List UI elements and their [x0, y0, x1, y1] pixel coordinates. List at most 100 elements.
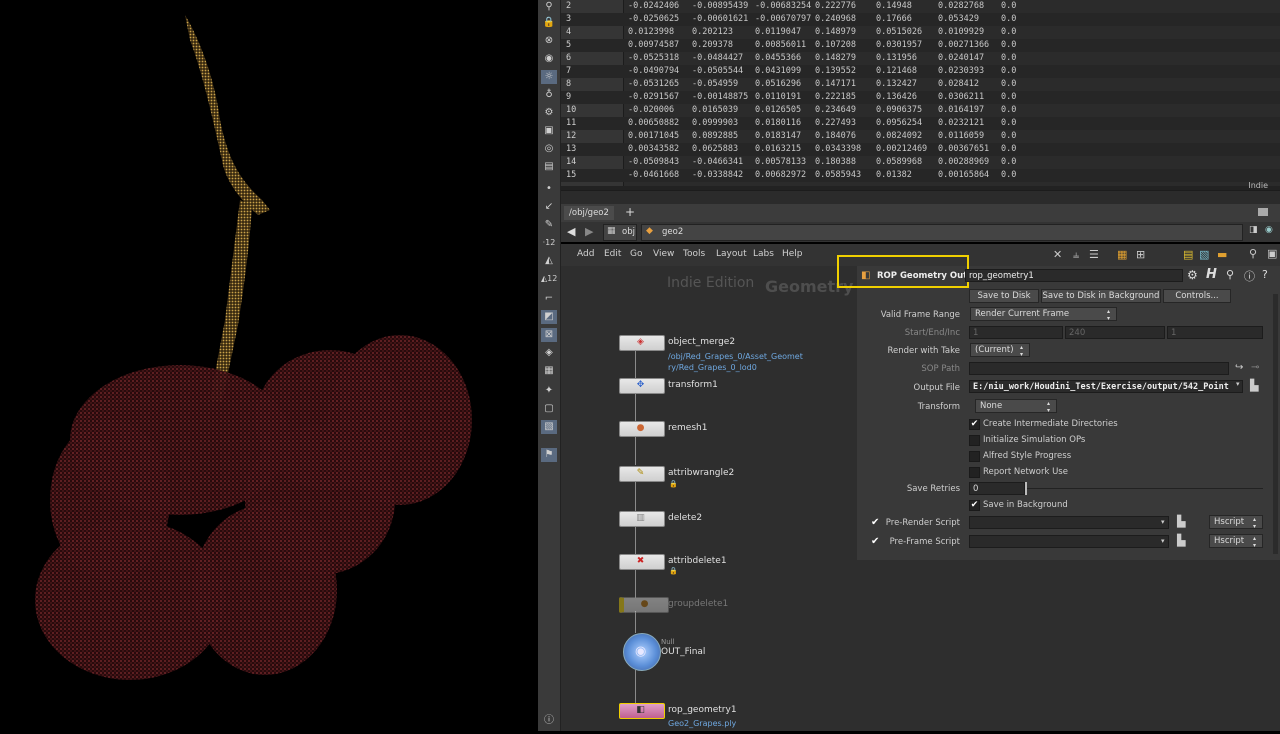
light-icon[interactable]: ☼: [541, 70, 557, 84]
display-icon[interactable]: ▤: [541, 160, 557, 174]
file-chooser-icon[interactable]: ▙: [1177, 515, 1185, 528]
prim-num-icon[interactable]: ◭12: [541, 272, 557, 286]
pen-icon[interactable]: ✎: [541, 218, 557, 232]
init-sim-ops-checkbox[interactable]: [969, 435, 980, 446]
breadcrumb-obj[interactable]: ▦ obj: [603, 224, 637, 241]
sphere-icon[interactable]: ◉: [541, 52, 557, 66]
grid-color-icon[interactable]: ▦: [1117, 248, 1127, 261]
geometry-spreadsheet[interactable]: 2 -0.0242406 -0.00895439 -0.00683254 0.22277…: [561, 0, 1280, 190]
pre-render-lang-dropdown[interactable]: Hscript: [1209, 515, 1263, 530]
network-editor[interactable]: Indie Edition Geometry: [561, 266, 857, 731]
uv-icon[interactable]: ▦: [541, 364, 557, 378]
edge-icon[interactable]: ⌐: [541, 292, 557, 306]
node-delete2[interactable]: ▥: [619, 511, 665, 527]
controls-button[interactable]: Controls...: [1163, 289, 1231, 303]
report-network-checkbox[interactable]: [969, 467, 980, 478]
spreadsheet-row[interactable]: 14 -0.0509843 -0.0466341 0.00578133 0.180388…: [561, 156, 1280, 169]
save-retries-field[interactable]: 0: [969, 482, 1025, 495]
save-in-bg-checkbox[interactable]: ✔: [969, 500, 980, 511]
save-to-disk-button[interactable]: Save to Disk: [969, 289, 1039, 303]
folder-icon[interactable]: ▬: [1217, 248, 1227, 261]
forward-arrow-icon[interactable]: ▶: [585, 225, 593, 238]
menu-tools[interactable]: Tools: [683, 249, 705, 259]
menu-help[interactable]: Help: [782, 249, 803, 259]
normal-icon[interactable]: ↙: [541, 200, 557, 214]
display-options-icon[interactable]: ▣: [1267, 247, 1277, 260]
dropdown-icon[interactable]: ▾: [1161, 518, 1165, 526]
help-h-icon[interactable]: H: [1206, 267, 1217, 282]
bg-image-icon[interactable]: ▧: [541, 420, 557, 434]
tools-icon[interactable]: ✕: [1053, 248, 1062, 261]
info-icon[interactable]: ⓘ: [1244, 268, 1255, 284]
node-out-final[interactable]: ◉: [623, 633, 661, 671]
create-dirs-checkbox[interactable]: ✔: [969, 419, 980, 430]
end-frame-field[interactable]: 240: [1065, 326, 1165, 339]
menu-go[interactable]: Go: [630, 249, 642, 259]
eye-icon[interactable]: ◎: [541, 142, 557, 156]
spreadsheet-row[interactable]: 6 -0.0525318 -0.0484427 0.0455366 0.148279 0.…: [561, 52, 1280, 65]
jump-icon[interactable]: ⊸: [1251, 362, 1259, 373]
pin-icon[interactable]: ⚑: [541, 448, 557, 462]
output-file-dropdown-icon[interactable]: ▾: [1236, 380, 1240, 388]
viewport-3d[interactable]: [0, 0, 538, 731]
spreadsheet-row[interactable]: 4 0.0123998 0.202123 0.0119047 0.148979 0.051…: [561, 26, 1280, 39]
image-icon[interactable]: ▧: [1199, 248, 1209, 261]
link-pane-icon[interactable]: ◉: [1265, 225, 1273, 235]
wire-icon[interactable]: ⊠: [541, 328, 557, 342]
menu-edit[interactable]: Edit: [604, 249, 621, 259]
pane-menu-icon[interactable]: [1258, 208, 1268, 216]
list-icon[interactable]: ☰: [1089, 248, 1099, 261]
point-icon[interactable]: •: [541, 182, 557, 196]
alfred-progress-checkbox[interactable]: [969, 451, 980, 462]
node-object-merge2[interactable]: ◈: [619, 335, 665, 351]
add-tab-button[interactable]: +: [625, 205, 635, 219]
params-scrollbar[interactable]: [1273, 294, 1278, 554]
save-retries-slider[interactable]: [1027, 488, 1263, 489]
render-with-take-dropdown[interactable]: (Current): [970, 343, 1030, 358]
pre-render-field[interactable]: [969, 516, 1169, 529]
spreadsheet-row[interactable]: 9 -0.0291567 -0.00148875 0.0110191 0.222185 0…: [561, 91, 1280, 104]
menu-layout[interactable]: Layout: [716, 249, 747, 259]
node-remesh1[interactable]: ●: [619, 421, 665, 437]
search-icon[interactable]: ⚲: [1226, 268, 1234, 281]
pin-icon[interactable]: ⫨: [1073, 248, 1079, 262]
spreadsheet-row[interactable]: 7 -0.0490794 -0.0505544 0.0431099 0.139552 0.…: [561, 65, 1280, 78]
point-num-icon[interactable]: ·12: [541, 236, 557, 250]
ghost-icon[interactable]: ⊗: [541, 34, 557, 48]
search-icon[interactable]: ⚲: [1249, 247, 1257, 260]
shade-icon[interactable]: ◩: [541, 310, 557, 324]
pre-frame-field[interactable]: [969, 535, 1169, 548]
cube-icon[interactable]: ◈: [541, 346, 557, 360]
node-transform1[interactable]: ✥: [619, 378, 665, 394]
tree-icon[interactable]: ⊞: [1136, 248, 1145, 261]
spreadsheet-row[interactable]: 2 -0.0242406 -0.00895439 -0.00683254 0.22277…: [561, 0, 1280, 13]
file-chooser-icon[interactable]: ▙: [1177, 534, 1185, 547]
node-attribwrangle2[interactable]: ✎: [619, 466, 665, 482]
spreadsheet-row[interactable]: 11 0.00650882 0.0999903 0.0180116 0.227493 0.…: [561, 117, 1280, 130]
menu-view[interactable]: View: [653, 249, 674, 259]
dropdown-icon[interactable]: ▾: [1161, 537, 1165, 545]
output-file-field[interactable]: E:/niu_work/Houdini_Test/Exercise/output…: [969, 380, 1243, 393]
prim-icon[interactable]: ◭: [541, 254, 557, 268]
pin-pane-icon[interactable]: ◨: [1249, 225, 1258, 235]
select-icon[interactable]: ⚲: [541, 0, 557, 14]
pre-frame-lang-dropdown[interactable]: Hscript: [1209, 534, 1263, 549]
sop-path-field[interactable]: [969, 362, 1229, 375]
breadcrumb-geo2[interactable]: ◆ geo2: [641, 224, 1243, 241]
info-icon[interactable]: ⓘ: [541, 714, 557, 728]
tab-geo2[interactable]: /obj/geo2: [564, 206, 614, 220]
transform-icon[interactable]: ✦: [541, 384, 557, 398]
notes-icon[interactable]: ▤: [1183, 248, 1193, 261]
spreadsheet-row[interactable]: 15 -0.0461668 -0.0338842 0.00682972 0.058594…: [561, 169, 1280, 182]
gear-icon[interactable]: ⚙: [1187, 268, 1198, 282]
spreadsheet-row[interactable]: 12 0.00171045 0.0892885 0.0183147 0.184076 0.…: [561, 130, 1280, 143]
node-attribdelete1[interactable]: ✖: [619, 554, 665, 570]
start-frame-field[interactable]: 1: [969, 326, 1063, 339]
inc-frame-field[interactable]: 1: [1167, 326, 1263, 339]
node-rop-geometry1[interactable]: ◧: [619, 703, 665, 719]
spreadsheet-row[interactable]: 10 -0.020006 0.0165039 0.0126505 0.234649 0.0…: [561, 104, 1280, 117]
node-groupdelete1[interactable]: ●: [619, 597, 669, 613]
file-chooser-icon[interactable]: ▙: [1250, 379, 1258, 392]
valid-frame-range-dropdown[interactable]: Render Current Frame: [970, 307, 1117, 322]
transform-dropdown[interactable]: None: [975, 399, 1057, 414]
